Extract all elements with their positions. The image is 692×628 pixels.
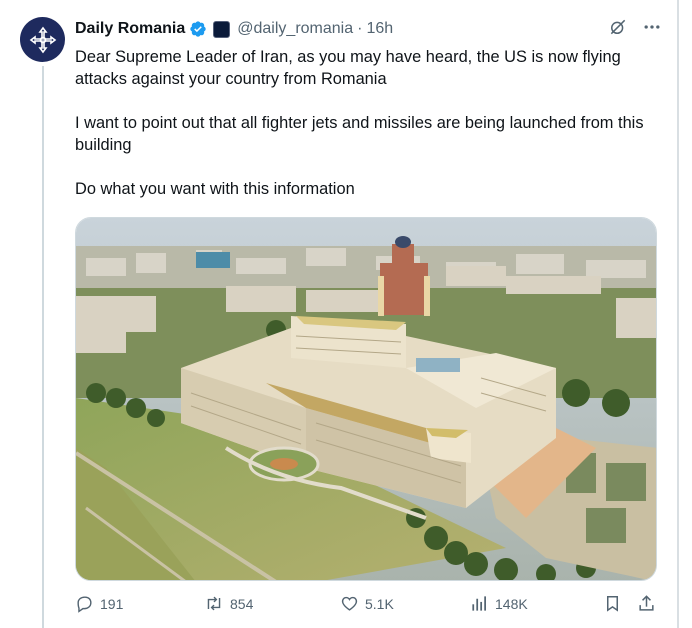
affiliate-badge-icon[interactable] bbox=[213, 20, 231, 38]
display-name[interactable]: Daily Romania bbox=[75, 20, 185, 38]
tweet-header: Daily Romania @daily_romania · 16h bbox=[75, 18, 393, 40]
tweet-text-paragraph: Dear Supreme Leader of Iran, as you may … bbox=[75, 48, 621, 88]
thread-line bbox=[42, 66, 44, 628]
timestamp[interactable]: 16h bbox=[366, 20, 393, 38]
grok-icon[interactable] bbox=[608, 17, 628, 37]
tweet-photo[interactable] bbox=[75, 217, 657, 581]
palace-aerial-photo bbox=[76, 218, 656, 580]
more-icon[interactable] bbox=[642, 17, 662, 37]
reply-count: 191 bbox=[100, 595, 124, 612]
bookmark-icon bbox=[606, 596, 619, 612]
views-count: 148K bbox=[495, 595, 528, 612]
reply-icon bbox=[77, 596, 92, 613]
tweet-top-actions bbox=[608, 17, 662, 37]
views-button[interactable]: 148K bbox=[470, 594, 528, 613]
tweet-text: Dear Supreme Leader of Iran, as you may … bbox=[75, 46, 665, 200]
tweet-text-paragraph: I want to point out that all fighter jet… bbox=[75, 114, 644, 154]
tweet-action-bar: 191 854 5.1K 148K bbox=[75, 594, 665, 618]
separator-dot: · bbox=[357, 20, 363, 37]
verified-badge-icon[interactable] bbox=[189, 20, 207, 38]
like-count: 5.1K bbox=[365, 595, 394, 612]
cross-emblem-icon bbox=[29, 26, 56, 53]
repost-button[interactable]: 854 bbox=[204, 594, 253, 613]
bookmark-button[interactable] bbox=[603, 594, 622, 613]
share-icon bbox=[639, 595, 654, 611]
repost-icon bbox=[207, 596, 221, 611]
handle[interactable]: @daily_romania bbox=[237, 20, 353, 38]
tweet-text-paragraph: Do what you want with this information bbox=[75, 180, 355, 198]
share-button[interactable] bbox=[637, 594, 656, 613]
like-icon bbox=[341, 596, 358, 611]
avatar[interactable] bbox=[20, 17, 65, 62]
reply-button[interactable]: 191 bbox=[75, 594, 123, 613]
timeline-border bbox=[677, 0, 679, 628]
like-button[interactable]: 5.1K bbox=[340, 594, 394, 613]
views-icon bbox=[472, 596, 486, 611]
repost-count: 854 bbox=[230, 595, 254, 612]
